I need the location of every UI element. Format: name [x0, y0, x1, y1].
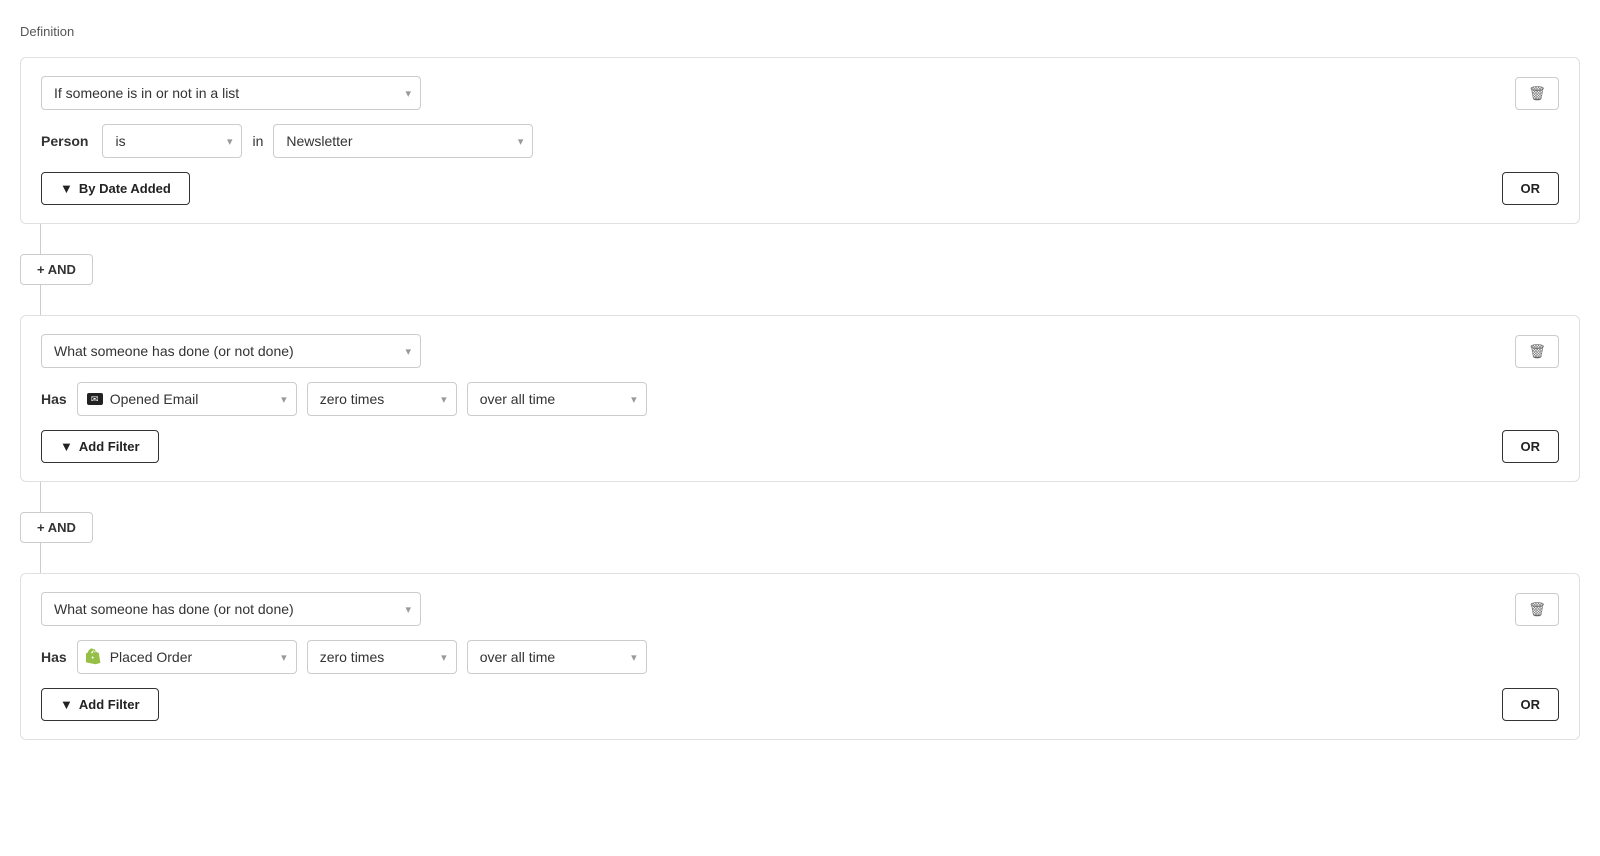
filter-icon: ▼ [60, 181, 73, 196]
period-select-3[interactable]: over all time in the last 30 days [467, 640, 647, 674]
and-button-2[interactable]: + AND [20, 512, 93, 543]
trash-icon-2: 🗑 [1528, 343, 1546, 359]
delete-condition-2-button[interactable]: 🗑 [1515, 335, 1559, 368]
or-button-2[interactable]: OR [1502, 430, 1560, 463]
condition-type-select-3[interactable]: What someone has done (or not done) [41, 592, 421, 626]
by-date-added-label: By Date Added [79, 181, 171, 196]
and-button-1[interactable]: + AND [20, 254, 93, 285]
add-filter-button-2[interactable]: ▼ Add Filter [41, 430, 159, 463]
times-select-3[interactable]: zero times at least once [307, 640, 457, 674]
has-label-2: Has [41, 391, 67, 407]
trash-icon: 🗑 [1528, 85, 1546, 101]
person-is-select[interactable]: is is not [102, 124, 242, 158]
or-button-3[interactable]: OR [1502, 688, 1560, 721]
list-select[interactable]: Newsletter Subscribers VIP [273, 124, 533, 158]
add-filter-label-2: Add Filter [79, 439, 140, 454]
delete-condition-3-button[interactable]: 🗑 [1515, 593, 1559, 626]
condition-block-3: What someone has done (or not done) ▾ 🗑 … [20, 573, 1580, 740]
times-select-2[interactable]: zero times at least once [307, 382, 457, 416]
condition-block-2: What someone has done (or not done) ▾ 🗑 … [20, 315, 1580, 482]
condition-type-select-2[interactable]: What someone has done (or not done) [41, 334, 421, 368]
trash-icon-3: 🗑 [1528, 601, 1546, 617]
or-button-1[interactable]: OR [1502, 172, 1560, 205]
delete-condition-1-button[interactable]: 🗑 [1515, 77, 1559, 110]
event-select-3[interactable]: Opened Email Placed Order Clicked Email [77, 640, 297, 674]
add-filter-label-3: Add Filter [79, 697, 140, 712]
filter-icon-3: ▼ [60, 697, 73, 712]
by-date-added-button[interactable]: ▼ By Date Added [41, 172, 190, 205]
has-label-3: Has [41, 649, 67, 665]
person-label: Person [41, 133, 88, 149]
add-filter-button-3[interactable]: ▼ Add Filter [41, 688, 159, 721]
page-title: Definition [20, 24, 1580, 39]
event-select-2[interactable]: Opened Email Placed Order Clicked Email [77, 382, 297, 416]
in-label: in [252, 133, 263, 149]
condition-block-1: If someone is in or not in a list ▾ 🗑 Pe… [20, 57, 1580, 224]
condition-type-select-1[interactable]: If someone is in or not in a list [41, 76, 421, 110]
period-select-2[interactable]: over all time in the last 30 days [467, 382, 647, 416]
filter-icon-2: ▼ [60, 439, 73, 454]
